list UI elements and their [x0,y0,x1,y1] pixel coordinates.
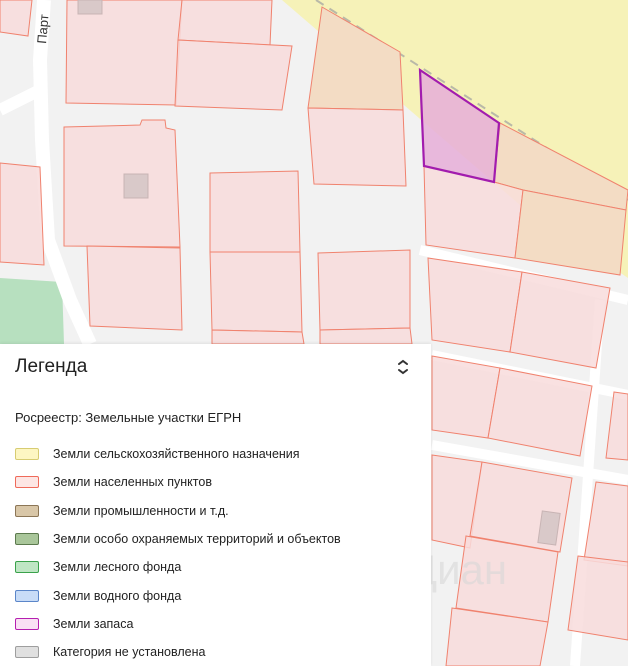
legend-title: Легенда [15,356,88,377]
parcel[interactable] [86,245,183,331]
legend-item: Земли населенных пунктов [15,468,341,496]
parcel[interactable] [0,0,33,37]
parcel[interactable] [65,0,183,106]
legend-item: Земли сельскохозяйственного назначения [15,440,341,468]
legend-item: Земли лесного фонда [15,553,341,581]
legend-label: Земли лесного фонда [53,560,182,575]
legend-swatch [15,646,39,659]
parcel[interactable] [63,119,181,248]
legend-item: Земли запаса [15,610,341,638]
parcel[interactable] [211,329,305,345]
legend-swatch [15,504,39,517]
parcel[interactable] [209,251,303,333]
legend-list: Земли сельскохозяйственного назначения З… [15,440,341,666]
parcel[interactable] [174,39,293,111]
parcel[interactable] [177,0,273,46]
legend-swatch [15,533,39,546]
legend-item: Земли водного фонда [15,581,341,609]
legend-label: Земли населенных пунктов [53,475,212,490]
legend-label: Земли запаса [53,616,134,631]
legend-label: Земли сельскохозяйственного назначения [53,447,300,462]
parcel[interactable] [567,555,628,641]
parcel[interactable] [307,107,407,187]
building [77,0,103,15]
legend-swatch [15,589,39,602]
building [123,173,149,199]
chevron-collapse-icon[interactable] [392,356,414,378]
parcel[interactable] [0,162,45,266]
legend-subtitle: Росреестр: Земельные участки ЕГРН [15,410,242,425]
legend-label: Земли особо охраняемых территорий и объе… [53,532,341,547]
legend-swatch [15,476,39,489]
parcel[interactable] [209,170,301,253]
legend-item: Земли особо охраняемых территорий и объе… [15,525,341,553]
parcel[interactable] [509,271,611,369]
parcel[interactable] [319,327,413,345]
street-label: Парт [34,14,52,45]
legend-label: Земли промышленности и т.д. [53,503,229,518]
legend-label: Земли водного фонда [53,588,182,603]
legend-label: Категория не установлена [53,645,206,660]
legend-swatch [15,448,39,461]
legend-item: Категория не установлена [15,638,341,666]
legend-item: Земли промышленности и т.д. [15,497,341,525]
legend-swatch [15,617,39,630]
parcel[interactable] [317,249,411,331]
building [537,510,561,546]
legend-panel: Легенда Росреестр: Земельные участки ЕГР… [0,344,431,666]
legend-swatch [15,561,39,574]
forest-land-zone [0,278,64,344]
parcel[interactable] [427,257,523,353]
